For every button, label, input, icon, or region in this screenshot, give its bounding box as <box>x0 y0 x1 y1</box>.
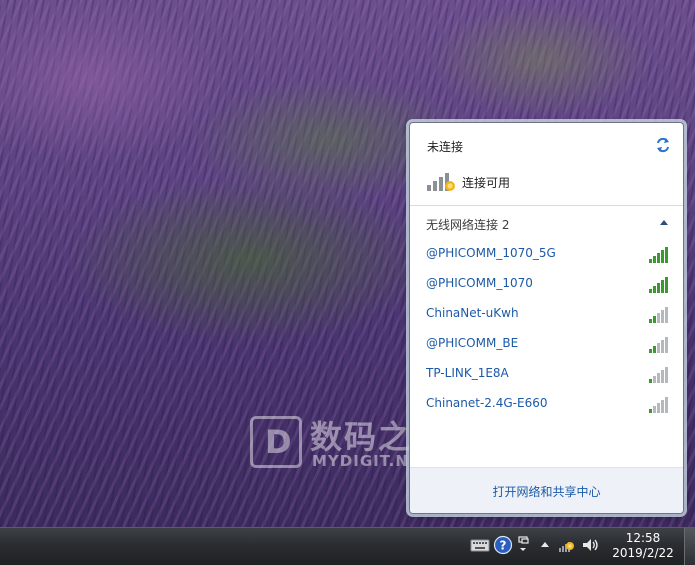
signal-bar <box>653 406 656 413</box>
signal-bar <box>653 286 656 293</box>
clock-date: 2019/2/22 <box>612 546 674 560</box>
wifi-network-item[interactable]: @PHICOMM_1070_5G <box>414 240 678 268</box>
signal-bar <box>665 397 668 413</box>
open-network-sharing-center-link[interactable]: 打开网络和共享中心 <box>410 483 683 500</box>
signal-bar <box>661 280 664 293</box>
wifi-network-item[interactable]: ChinaNet-uKwh <box>414 300 678 328</box>
network-name: Chinanet-2.4G-E660 <box>426 396 548 410</box>
network-name: @PHICOMM_BE <box>426 336 519 350</box>
volume-icon[interactable] <box>580 535 600 555</box>
connection-available-text: 连接可用 <box>462 176 511 190</box>
signal-bar <box>657 313 660 323</box>
signal-bar <box>657 283 660 293</box>
wifi-available-icon <box>427 173 455 191</box>
system-clock[interactable]: 12:58 2019/2/22 <box>606 531 680 561</box>
signal-bar <box>661 340 664 353</box>
signal-strength-icon <box>649 247 668 263</box>
network-name: ChinaNet-uKwh <box>426 306 519 320</box>
signal-bar <box>649 289 652 293</box>
flyout-footer: 打开网络和共享中心 <box>410 467 683 513</box>
network-flyout: 未连接 连接可用 无线网络连接 2 @PHICOMM_1070_5G @PHIC… <box>409 122 684 514</box>
signal-bar <box>649 349 652 353</box>
connection-status-title: 未连接 <box>427 140 464 154</box>
signal-bar <box>665 337 668 353</box>
signal-bar <box>661 310 664 323</box>
signal-bar <box>665 247 668 263</box>
show-hidden-icons-icon[interactable] <box>535 535 555 555</box>
network-name: TP-LINK_1E8A <box>426 366 509 380</box>
keyboard-icon[interactable] <box>470 535 490 555</box>
signal-bar <box>661 400 664 413</box>
wifi-network-item[interactable]: Chinanet-2.4G-E660 <box>414 390 678 418</box>
network-name: @PHICOMM_1070 <box>426 276 533 290</box>
signal-strength-icon <box>649 337 668 353</box>
signal-strength-icon <box>649 307 668 323</box>
refresh-icon[interactable] <box>655 137 671 153</box>
signal-bar <box>665 307 668 323</box>
wireless-connection-label: 无线网络连接 2 <box>426 218 510 232</box>
wifi-network-item[interactable]: @PHICOMM_BE <box>414 330 678 358</box>
taskbar: ? 12:58 2019/2/22 <box>0 527 695 565</box>
signal-bar <box>657 343 660 353</box>
signal-bar <box>653 376 656 383</box>
signal-bar <box>649 379 652 383</box>
signal-bar <box>657 253 660 263</box>
signal-bar <box>657 403 660 413</box>
divider <box>410 205 683 206</box>
signal-bar <box>649 319 652 323</box>
signal-bar <box>665 277 668 293</box>
watermark-logo-icon <box>250 416 302 468</box>
clock-time: 12:58 <box>625 531 661 545</box>
signal-bar <box>653 256 656 263</box>
signal-strength-icon <box>649 277 668 293</box>
signal-bar <box>649 409 652 413</box>
signal-bar <box>653 346 656 353</box>
signal-bar <box>661 370 664 383</box>
language-bar-options-icon[interactable] <box>514 535 534 555</box>
signal-bar <box>665 367 668 383</box>
chevron-up-icon[interactable] <box>660 219 668 225</box>
signal-strength-icon <box>649 367 668 383</box>
wifi-network-item[interactable]: @PHICOMM_1070 <box>414 270 678 298</box>
wifi-network-item[interactable]: TP-LINK_1E8A <box>414 360 678 388</box>
signal-bar <box>657 373 660 383</box>
signal-bar <box>653 316 656 323</box>
svg-text:?: ? <box>500 539 507 553</box>
signal-bar <box>649 259 652 263</box>
signal-strength-icon <box>649 397 668 413</box>
help-icon[interactable]: ? <box>493 535 513 555</box>
show-desktop-button[interactable] <box>684 528 695 565</box>
network-status-icon[interactable] <box>557 535 577 555</box>
network-name: @PHICOMM_1070_5G <box>426 246 556 260</box>
signal-bar <box>661 250 664 263</box>
wireless-connection-header[interactable]: 无线网络连接 2 <box>410 207 683 237</box>
